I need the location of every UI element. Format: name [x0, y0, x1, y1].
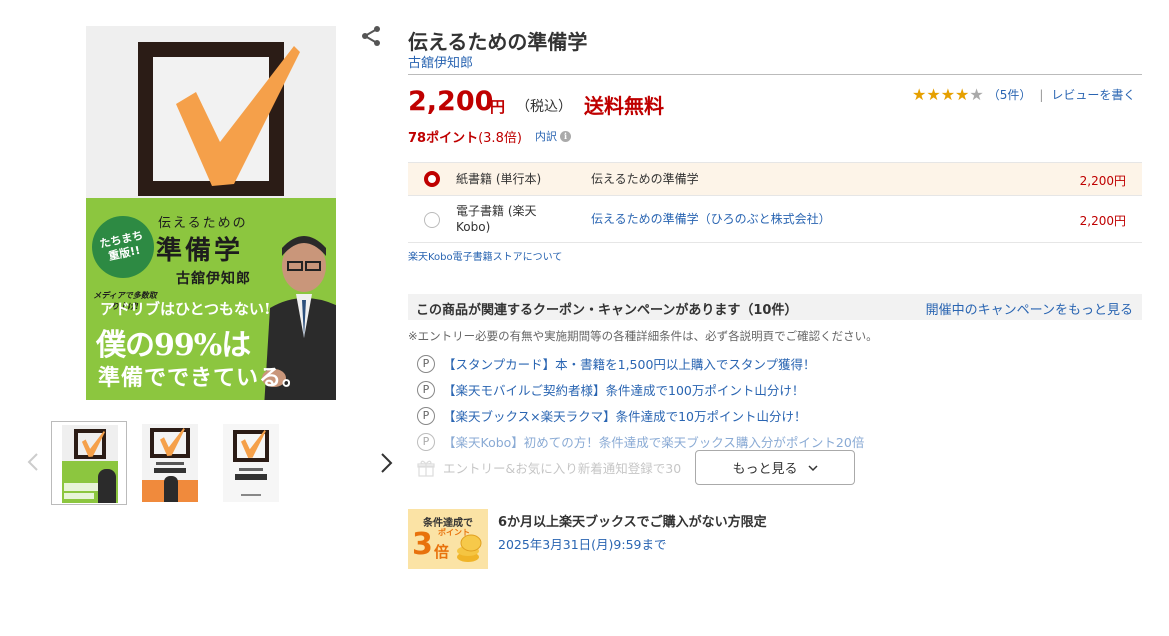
- point-circle-icon: P: [417, 354, 435, 373]
- cover-ad-line1: アドリブはひとつもない!: [100, 300, 271, 318]
- format-row-paper[interactable]: 紙書籍 (単行本) 伝えるための準備学 2,200円: [408, 162, 1142, 195]
- coupon-header: この商品が関連するクーポン・キャンペーンがあります（10件） 開催中のキャンペー…: [408, 294, 1142, 320]
- points-breakdown-link[interactable]: 内訳 i: [535, 128, 571, 144]
- points-info: 78ポイント(3.8倍): [408, 127, 522, 146]
- cover-small-title: 伝えるための: [158, 216, 248, 231]
- chevron-left-icon[interactable]: [26, 452, 40, 472]
- star-icon: ★: [926, 84, 941, 104]
- kobo-store-link[interactable]: 楽天Kobo電子書籍ストアについて: [408, 248, 562, 263]
- show-more-label: もっと見る: [732, 461, 798, 476]
- price: 2,200: [408, 86, 494, 117]
- format-radio-paper[interactable]: [424, 171, 440, 187]
- product-title: 伝えるための準備学: [408, 30, 588, 54]
- divider: [408, 74, 1142, 75]
- cover-author: 古舘伊知郎: [176, 271, 251, 287]
- info-icon: i: [560, 130, 571, 142]
- star-icon: ★: [969, 84, 984, 104]
- cover-big-title: 準備学: [156, 236, 244, 266]
- format-price: 2,200円: [1079, 174, 1126, 188]
- format-name-link[interactable]: 伝えるための準備学（ひろのぶと株式会社）: [591, 211, 831, 227]
- coupon-title: この商品が関連するクーポン・キャンペーンがあります（10件）: [416, 303, 798, 318]
- thumbnail-3[interactable]: [213, 421, 289, 505]
- promo-deadline: 2025年3月31日(月)9:59まで: [498, 537, 667, 552]
- badge-multiplier: 3: [412, 527, 433, 562]
- cover-reprint-badge: たちまち重版!!: [86, 210, 160, 284]
- campaign-link[interactable]: 【スタンプカード】本・書籍を1,500円以上購入でスタンプ獲得！: [443, 354, 816, 373]
- gift-icon: [417, 460, 435, 477]
- format-radio-ebook[interactable]: [424, 212, 440, 228]
- point-circle-icon: P: [417, 406, 435, 425]
- badge-bai: 倍: [434, 543, 450, 561]
- format-price: 2,200円: [1079, 214, 1126, 228]
- cover-ad-line2: 僕の99%は: [96, 328, 251, 363]
- campaign-item[interactable]: P 【スタンプカード】本・書籍を1,500円以上購入でスタンプ獲得！: [417, 354, 816, 373]
- thumbnail-2[interactable]: [132, 421, 208, 505]
- tax-label: （税込）: [516, 99, 572, 115]
- more-campaigns-link[interactable]: 開催中のキャンペーンをもっと見る: [926, 299, 1133, 318]
- point-circle-icon: P: [417, 380, 435, 399]
- format-name: 伝えるための準備学: [591, 172, 699, 186]
- point-circle-icon: P: [417, 432, 435, 451]
- rating-separator: |: [1039, 87, 1044, 102]
- show-more-button[interactable]: もっと見る: [695, 450, 855, 485]
- share-icon[interactable]: [359, 24, 383, 48]
- chevron-right-icon[interactable]: [378, 452, 396, 474]
- book-cover-image[interactable]: たちまち重版!! メディアで多数取り上げ! 伝えるための 準備学 古舘伊知郎 ア…: [86, 26, 336, 400]
- chevron-down-icon: [807, 464, 818, 471]
- format-type: 電子書籍 (楽天Kobo): [456, 204, 537, 234]
- cover-ad-line3: 準備でできている。: [98, 365, 306, 391]
- campaign-link[interactable]: 【楽天Kobo】初めての方！条件達成で楽天ブックス購入分がポイント20倍: [443, 432, 864, 451]
- price-currency: 円: [490, 98, 506, 116]
- campaign-link[interactable]: 【楽天モバイルご契約者様】条件達成で100万ポイント山分け！: [443, 380, 804, 399]
- checkmark-graphic: [176, 46, 300, 186]
- promo-headline: 6か月以上楽天ブックスでご購入がない方限定: [498, 515, 767, 530]
- thumbnail-1[interactable]: [51, 421, 127, 505]
- format-type: 紙書籍 (単行本): [456, 172, 542, 186]
- review-count-link[interactable]: （5件）: [988, 86, 1032, 103]
- points-rate: (3.8倍): [478, 131, 522, 146]
- coupon-note: ※エントリー必要の有無や実施期間等の各種詳細条件は、必ず各説明頁でご確認ください…: [408, 329, 878, 343]
- campaign-item[interactable]: P 【楽天Kobo】初めての方！条件達成で楽天ブックス購入分がポイント20倍: [417, 432, 864, 451]
- coins-icon: [457, 534, 482, 562]
- campaign-item[interactable]: P 【楽天モバイルご契約者様】条件達成で100万ポイント山分け！: [417, 380, 804, 399]
- campaign-text: エントリー&お気に入り新着通知登録で30: [443, 461, 682, 476]
- format-row-ebook[interactable]: 電子書籍 (楽天Kobo) 伝えるための準備学（ひろのぶと株式会社） 2,200…: [408, 195, 1142, 243]
- author-link[interactable]: 古舘伊知郎: [408, 52, 473, 71]
- campaign-item[interactable]: エントリー&お気に入り新着通知登録で30: [417, 458, 681, 477]
- rating-summary: ★ ★ ★ ★ ★ （5件） | レビューを書く: [912, 86, 1135, 103]
- rating-stars: ★ ★ ★ ★ ★: [912, 84, 984, 104]
- campaign-item[interactable]: P 【楽天ブックス×楽天ラクマ】条件達成で10万ポイント山分け！: [417, 406, 807, 425]
- free-shipping-label: 送料無料: [584, 94, 664, 118]
- star-icon: ★: [955, 84, 970, 104]
- points-amount: 78ポイント: [408, 131, 479, 146]
- star-icon: ★: [940, 84, 956, 104]
- points-breakdown-label: 内訳: [535, 130, 557, 143]
- write-review-link[interactable]: レビューを書く: [1051, 86, 1135, 103]
- star-icon: ★: [912, 84, 927, 104]
- campaign-link[interactable]: 【楽天ブックス×楽天ラクマ】条件達成で10万ポイント山分け！: [443, 406, 807, 425]
- triple-points-badge: 条件達成で 3 ポイント 倍: [408, 509, 488, 569]
